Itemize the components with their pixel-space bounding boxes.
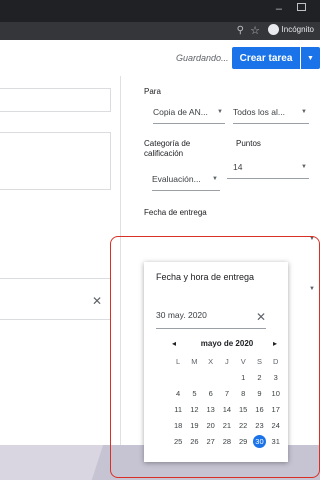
weekday-label: J xyxy=(225,356,229,366)
chevron-right-icon: ▸ xyxy=(273,339,278,348)
instructions-field[interactable] xyxy=(0,132,111,190)
calendar-day[interactable]: 10 xyxy=(268,389,284,398)
points-value: 14 xyxy=(233,162,243,172)
calendar-day[interactable]: 14 xyxy=(219,405,235,414)
next-month-button[interactable]: ▸ xyxy=(273,339,277,348)
top-bar: Guardando... Crear tarea ▼ xyxy=(0,40,320,77)
prev-month-button[interactable]: ◂ xyxy=(172,339,176,348)
saving-status: Guardando... xyxy=(176,53,229,63)
calendar-week: 11 12 13 14 15 16 17 xyxy=(170,401,284,417)
classroom-page: Guardando... Crear tarea ▼ ✕ Para Copia … xyxy=(0,40,320,478)
calendar-day[interactable]: 31 xyxy=(268,437,284,446)
date-input[interactable]: 30 may. 2020 ✕ xyxy=(156,310,266,329)
calendar-day[interactable]: 11 xyxy=(170,405,186,414)
calendar-month: mayo de 2020 xyxy=(200,339,254,348)
star-icon[interactable]: ☆ xyxy=(250,24,260,37)
points-label: Puntos xyxy=(236,139,261,148)
maximize-icon[interactable] xyxy=(297,3,306,11)
class-select-value: Copia de AN... xyxy=(153,107,208,117)
incognito-icon xyxy=(267,24,279,35)
search-icon[interactable]: ⚲ xyxy=(237,25,244,36)
browser-chrome: – ⚲ ☆ Incógnito xyxy=(0,0,320,40)
calendar-week: 123 xyxy=(170,369,284,385)
title-field[interactable] xyxy=(0,88,111,112)
grading-category-select[interactable]: Evaluación... ▼ xyxy=(152,174,220,191)
address-bar[interactable]: ⚲ ☆ Incógnito xyxy=(0,22,320,40)
weekday-label: S xyxy=(256,356,262,366)
tab-strip: – xyxy=(0,0,320,22)
assignment-form: ✕ xyxy=(0,76,120,445)
students-select-value: Todos los al... xyxy=(233,107,285,117)
incognito-label: Incógnito xyxy=(281,25,314,34)
calendar-day[interactable]: 9 xyxy=(251,389,267,398)
weekday-label: X xyxy=(208,356,214,366)
due-date-label: Fecha de entrega xyxy=(144,208,207,217)
minimize-icon[interactable]: – xyxy=(276,3,282,15)
grading-category-label: Categoría de calificación xyxy=(144,139,191,158)
weekday-header: LMX J VS D xyxy=(170,353,284,369)
calendar-day[interactable]: 5 xyxy=(186,389,202,398)
calendar-day-selected[interactable]: 30 xyxy=(251,434,267,448)
calendar-day[interactable]: 6 xyxy=(203,389,219,398)
weekday-label: V xyxy=(240,356,246,366)
incognito-badge[interactable]: Incógnito xyxy=(267,24,314,35)
calendar-week: 25 26 27 28 29 30 31 xyxy=(170,433,284,449)
weekday-label: L xyxy=(176,356,181,366)
calendar-day[interactable]: 29 xyxy=(235,437,251,446)
calendar-day[interactable]: 2 xyxy=(251,373,267,382)
calendar-week: 4 5 6 7 8 9 10 xyxy=(170,385,284,401)
due-popup-title: Fecha y hora de entrega xyxy=(156,272,255,282)
calendar-day[interactable]: 15 xyxy=(235,405,251,414)
calendar-week: 18 19 20 21 22 23 24 xyxy=(170,417,284,433)
class-select[interactable]: Copia de AN... ▼ xyxy=(153,107,225,124)
calendar-day[interactable]: 25 xyxy=(170,437,186,446)
weekday-label: M xyxy=(191,356,198,366)
calendar-day[interactable]: 3 xyxy=(268,373,284,382)
calendar-day[interactable]: 8 xyxy=(235,389,251,398)
calendar-day[interactable]: 17 xyxy=(268,405,284,414)
calendar-day[interactable]: 27 xyxy=(203,437,219,446)
chevron-down-icon: ▼ xyxy=(217,109,223,115)
chevron-down-icon: ▼ xyxy=(301,164,307,170)
calendar-grid: L M X J V S D 1 2 3 4 5 6 7 8 9 10 11 12 13 14 15 16 17 18 19 20 21… xyxy=(170,353,284,449)
grading-category-value: Evaluación... xyxy=(152,174,201,184)
calendar-day[interactable]: 21 xyxy=(219,421,235,430)
para-label: Para xyxy=(144,87,161,96)
calendar-day[interactable]: 23 xyxy=(251,421,267,430)
calendar-day[interactable]: 13 xyxy=(203,405,219,414)
close-icon[interactable]: ✕ xyxy=(92,294,102,308)
students-select[interactable]: Todos los al... ▼ xyxy=(233,107,309,124)
calendar-day[interactable]: 19 xyxy=(186,421,202,430)
calendar-day[interactable]: 22 xyxy=(235,421,251,430)
chevron-down-icon: ▼ xyxy=(212,176,218,182)
calendar-day[interactable]: 1 xyxy=(235,373,251,382)
create-assignment-button[interactable]: Crear tarea xyxy=(232,47,300,69)
weekday-label: D xyxy=(273,356,279,366)
clear-date-icon[interactable]: ✕ xyxy=(256,310,266,324)
calendar-day[interactable]: 16 xyxy=(251,405,267,414)
create-options-button[interactable]: ▼ xyxy=(301,47,320,69)
calendar-day[interactable]: 12 xyxy=(186,405,202,414)
calendar-day[interactable]: 4 xyxy=(170,389,186,398)
calendar-day[interactable]: 20 xyxy=(203,421,219,430)
calendar-day[interactable]: 26 xyxy=(186,437,202,446)
points-select[interactable]: 14 ▼ xyxy=(227,162,309,179)
chevron-down-icon: ▼ xyxy=(301,109,307,115)
chevron-left-icon: ◂ xyxy=(172,339,177,348)
date-input-value: 30 may. 2020 xyxy=(156,310,207,320)
calendar-day[interactable]: 7 xyxy=(219,389,235,398)
chevron-down-icon: ▼ xyxy=(307,54,314,62)
calendar-day[interactable]: 24 xyxy=(268,421,284,430)
calendar-day[interactable]: 28 xyxy=(219,437,235,446)
calendar-day[interactable]: 18 xyxy=(170,421,186,430)
